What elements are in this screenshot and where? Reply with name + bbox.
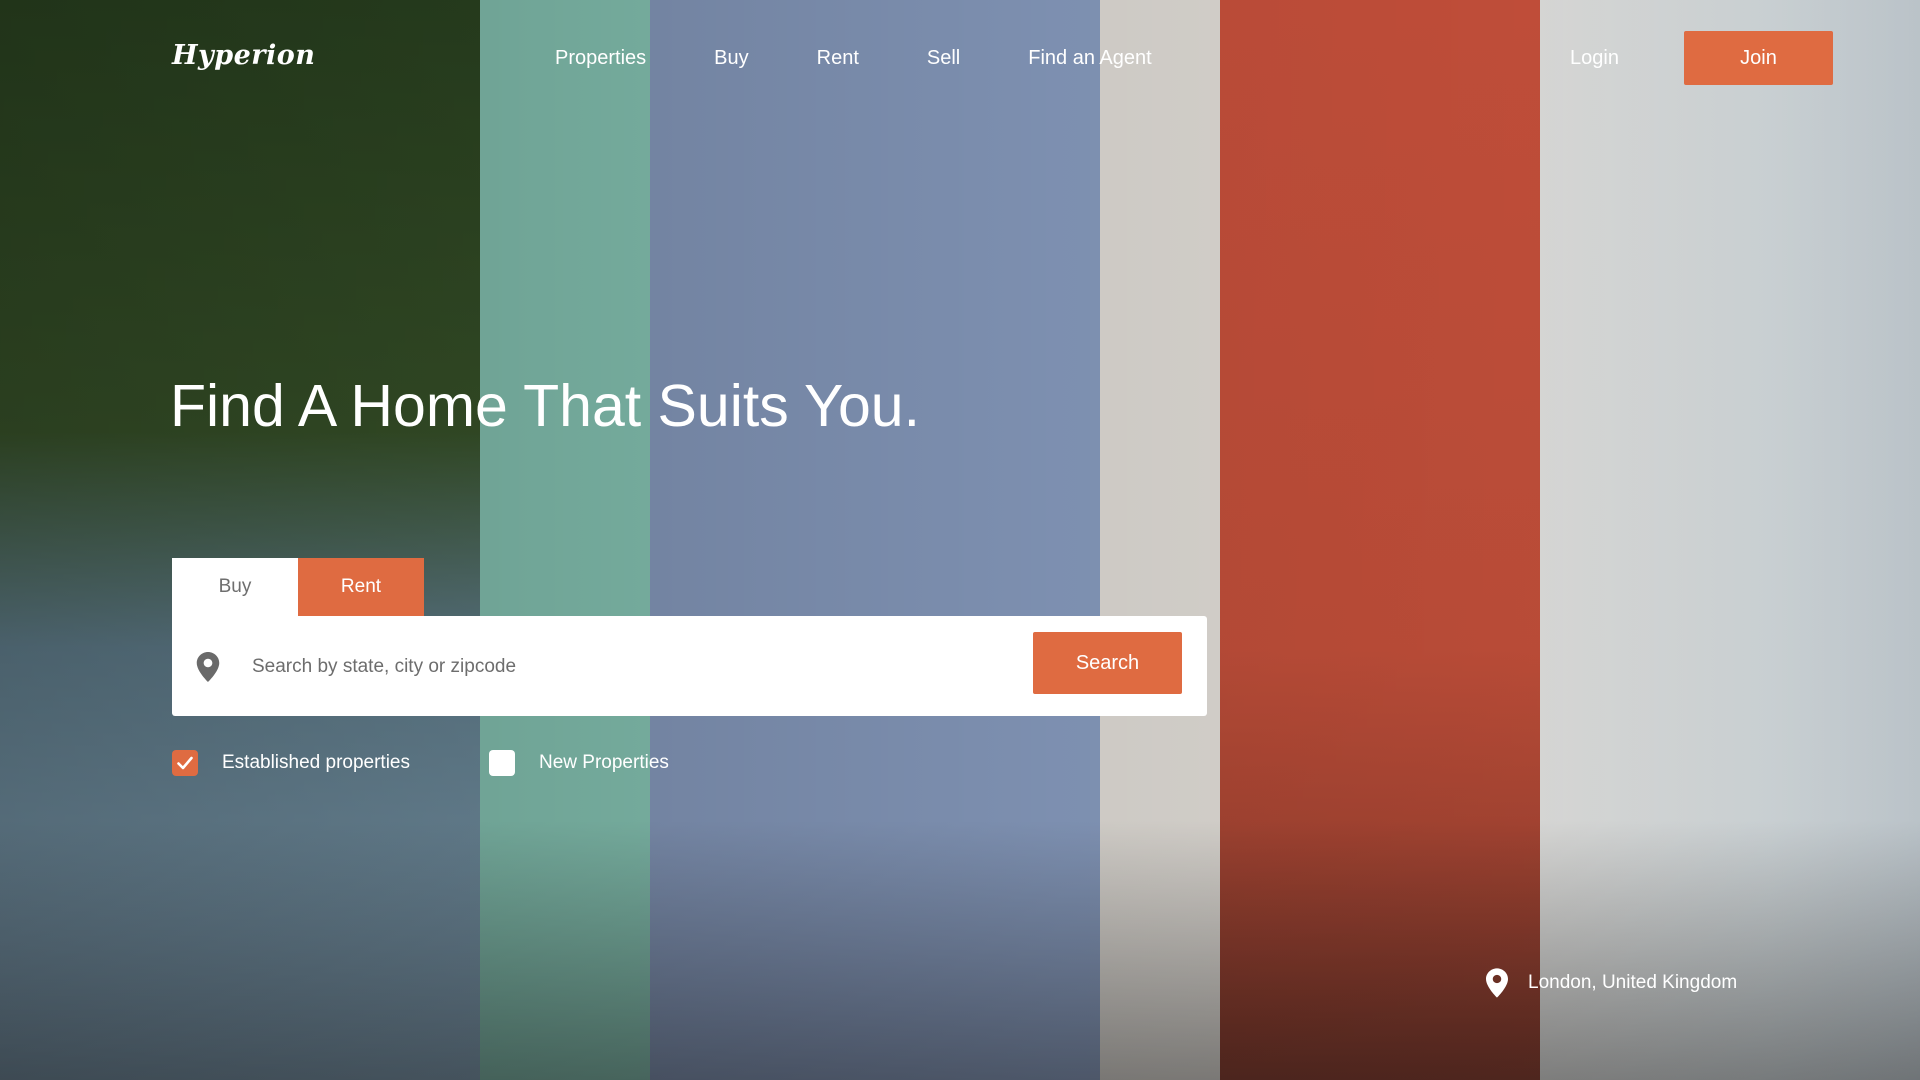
search-mode-tabs: Buy Rent (172, 558, 424, 616)
login-link[interactable]: Login (1570, 47, 1619, 70)
hero-title: Find A Home That Suits You. (170, 373, 921, 439)
nav-item-properties[interactable]: Properties (555, 47, 646, 70)
tab-rent[interactable]: Rent (298, 558, 424, 616)
option-established-properties[interactable]: Established properties (172, 750, 410, 776)
map-pin-icon (196, 652, 220, 682)
new-properties-checkbox[interactable] (489, 750, 515, 776)
nav-item-find-an-agent[interactable]: Find an Agent (1028, 47, 1151, 70)
nav-item-rent[interactable]: Rent (817, 47, 859, 70)
main-nav: Properties Buy Rent Sell Find an Agent (555, 47, 1152, 70)
established-properties-checkbox[interactable] (172, 750, 198, 776)
hero-background (0, 0, 1920, 1080)
join-button[interactable]: Join (1684, 31, 1833, 85)
option-new-properties[interactable]: New Properties (489, 750, 669, 776)
location-label: London, United Kingdom (1528, 972, 1738, 993)
nav-item-sell[interactable]: Sell (927, 47, 960, 70)
new-properties-label: New Properties (539, 752, 669, 773)
map-pin-icon (1486, 968, 1508, 998)
background-overlay (0, 0, 1920, 1080)
established-properties-label: Established properties (222, 752, 410, 773)
brand-logo[interactable]: Hyperion (172, 40, 315, 71)
nav-item-buy[interactable]: Buy (714, 47, 748, 70)
search-box: Search (172, 616, 1207, 716)
tab-buy[interactable]: Buy (172, 558, 298, 616)
check-icon (177, 756, 193, 770)
search-input[interactable] (250, 646, 954, 688)
photo-location: London, United Kingdom (1486, 968, 1737, 998)
search-button[interactable]: Search (1033, 632, 1182, 694)
